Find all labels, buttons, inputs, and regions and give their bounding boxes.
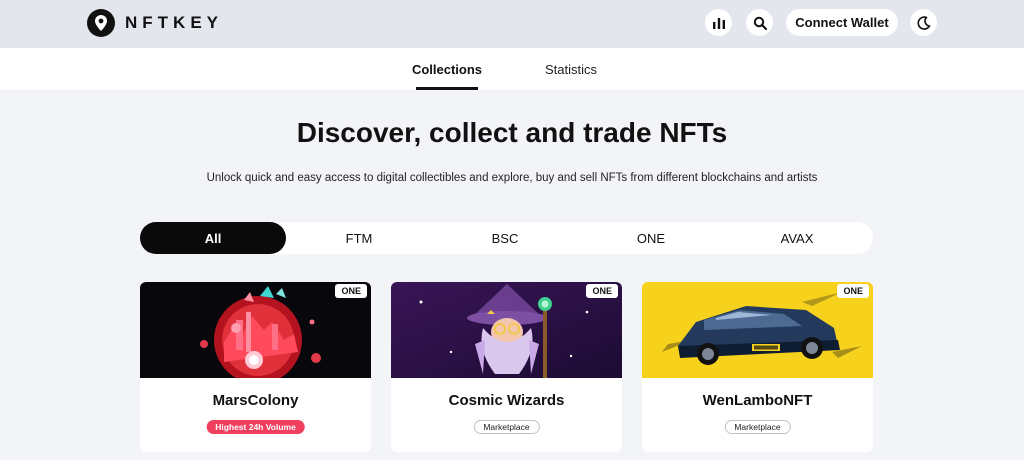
theme-toggle-button[interactable] <box>910 9 937 36</box>
moon-icon <box>916 15 930 30</box>
bar-chart-icon <box>712 17 725 29</box>
marketplace-badge: Marketplace <box>724 420 791 434</box>
chain-badge: ONE <box>837 284 869 298</box>
page-title: Discover, collect and trade NFTs <box>296 117 728 148</box>
top-header: NFTKEY Connect Wallet <box>0 0 1024 48</box>
collection-card-cosmic-wizards[interactable]: ONE Cosmic Wizards Marketplace <box>391 282 622 452</box>
collection-image: ONE <box>642 282 873 378</box>
chain-badge: ONE <box>586 284 618 298</box>
page-subtitle: Unlock quick and easy access to digital … <box>206 172 818 184</box>
collection-title: MarsColony <box>212 392 299 409</box>
chain-filter-one[interactable]: ONE <box>578 222 724 254</box>
collection-image: ONE <box>140 282 371 378</box>
key-pin-icon <box>87 9 115 37</box>
collection-image: ONE <box>391 282 622 378</box>
chain-filter: All FTM BSC ONE AVAX <box>140 222 873 254</box>
collection-title: Cosmic Wizards <box>448 392 565 409</box>
search-button[interactable] <box>746 9 773 36</box>
tab-collections[interactable]: Collections <box>412 48 482 90</box>
section-tabs: Collections Statistics <box>0 48 1024 90</box>
collection-card-marscolony[interactable]: ONE MarsColony Highest 24h Volume <box>140 282 371 452</box>
tab-statistics[interactable]: Statistics <box>544 48 598 90</box>
collection-title: WenLamboNFT <box>702 392 813 409</box>
chain-filter-bsc[interactable]: BSC <box>432 222 578 254</box>
collection-card-wenlambonft[interactable]: ONE WenLamboNFT Marketplace <box>642 282 873 452</box>
marketplace-badge: Marketplace <box>473 420 540 434</box>
logo-text: NFTKEY <box>125 13 223 32</box>
chain-badge: ONE <box>335 284 367 298</box>
nftkey-logo[interactable]: NFTKEY <box>87 9 223 37</box>
chain-filter-ftm[interactable]: FTM <box>286 222 432 254</box>
connect-wallet-button[interactable]: Connect Wallet <box>786 9 898 36</box>
search-icon <box>753 16 767 30</box>
chain-filter-all[interactable]: All <box>140 222 286 254</box>
chain-filter-avax[interactable]: AVAX <box>724 222 870 254</box>
stats-button[interactable] <box>705 9 732 36</box>
highest-volume-badge: Highest 24h Volume <box>206 420 305 434</box>
